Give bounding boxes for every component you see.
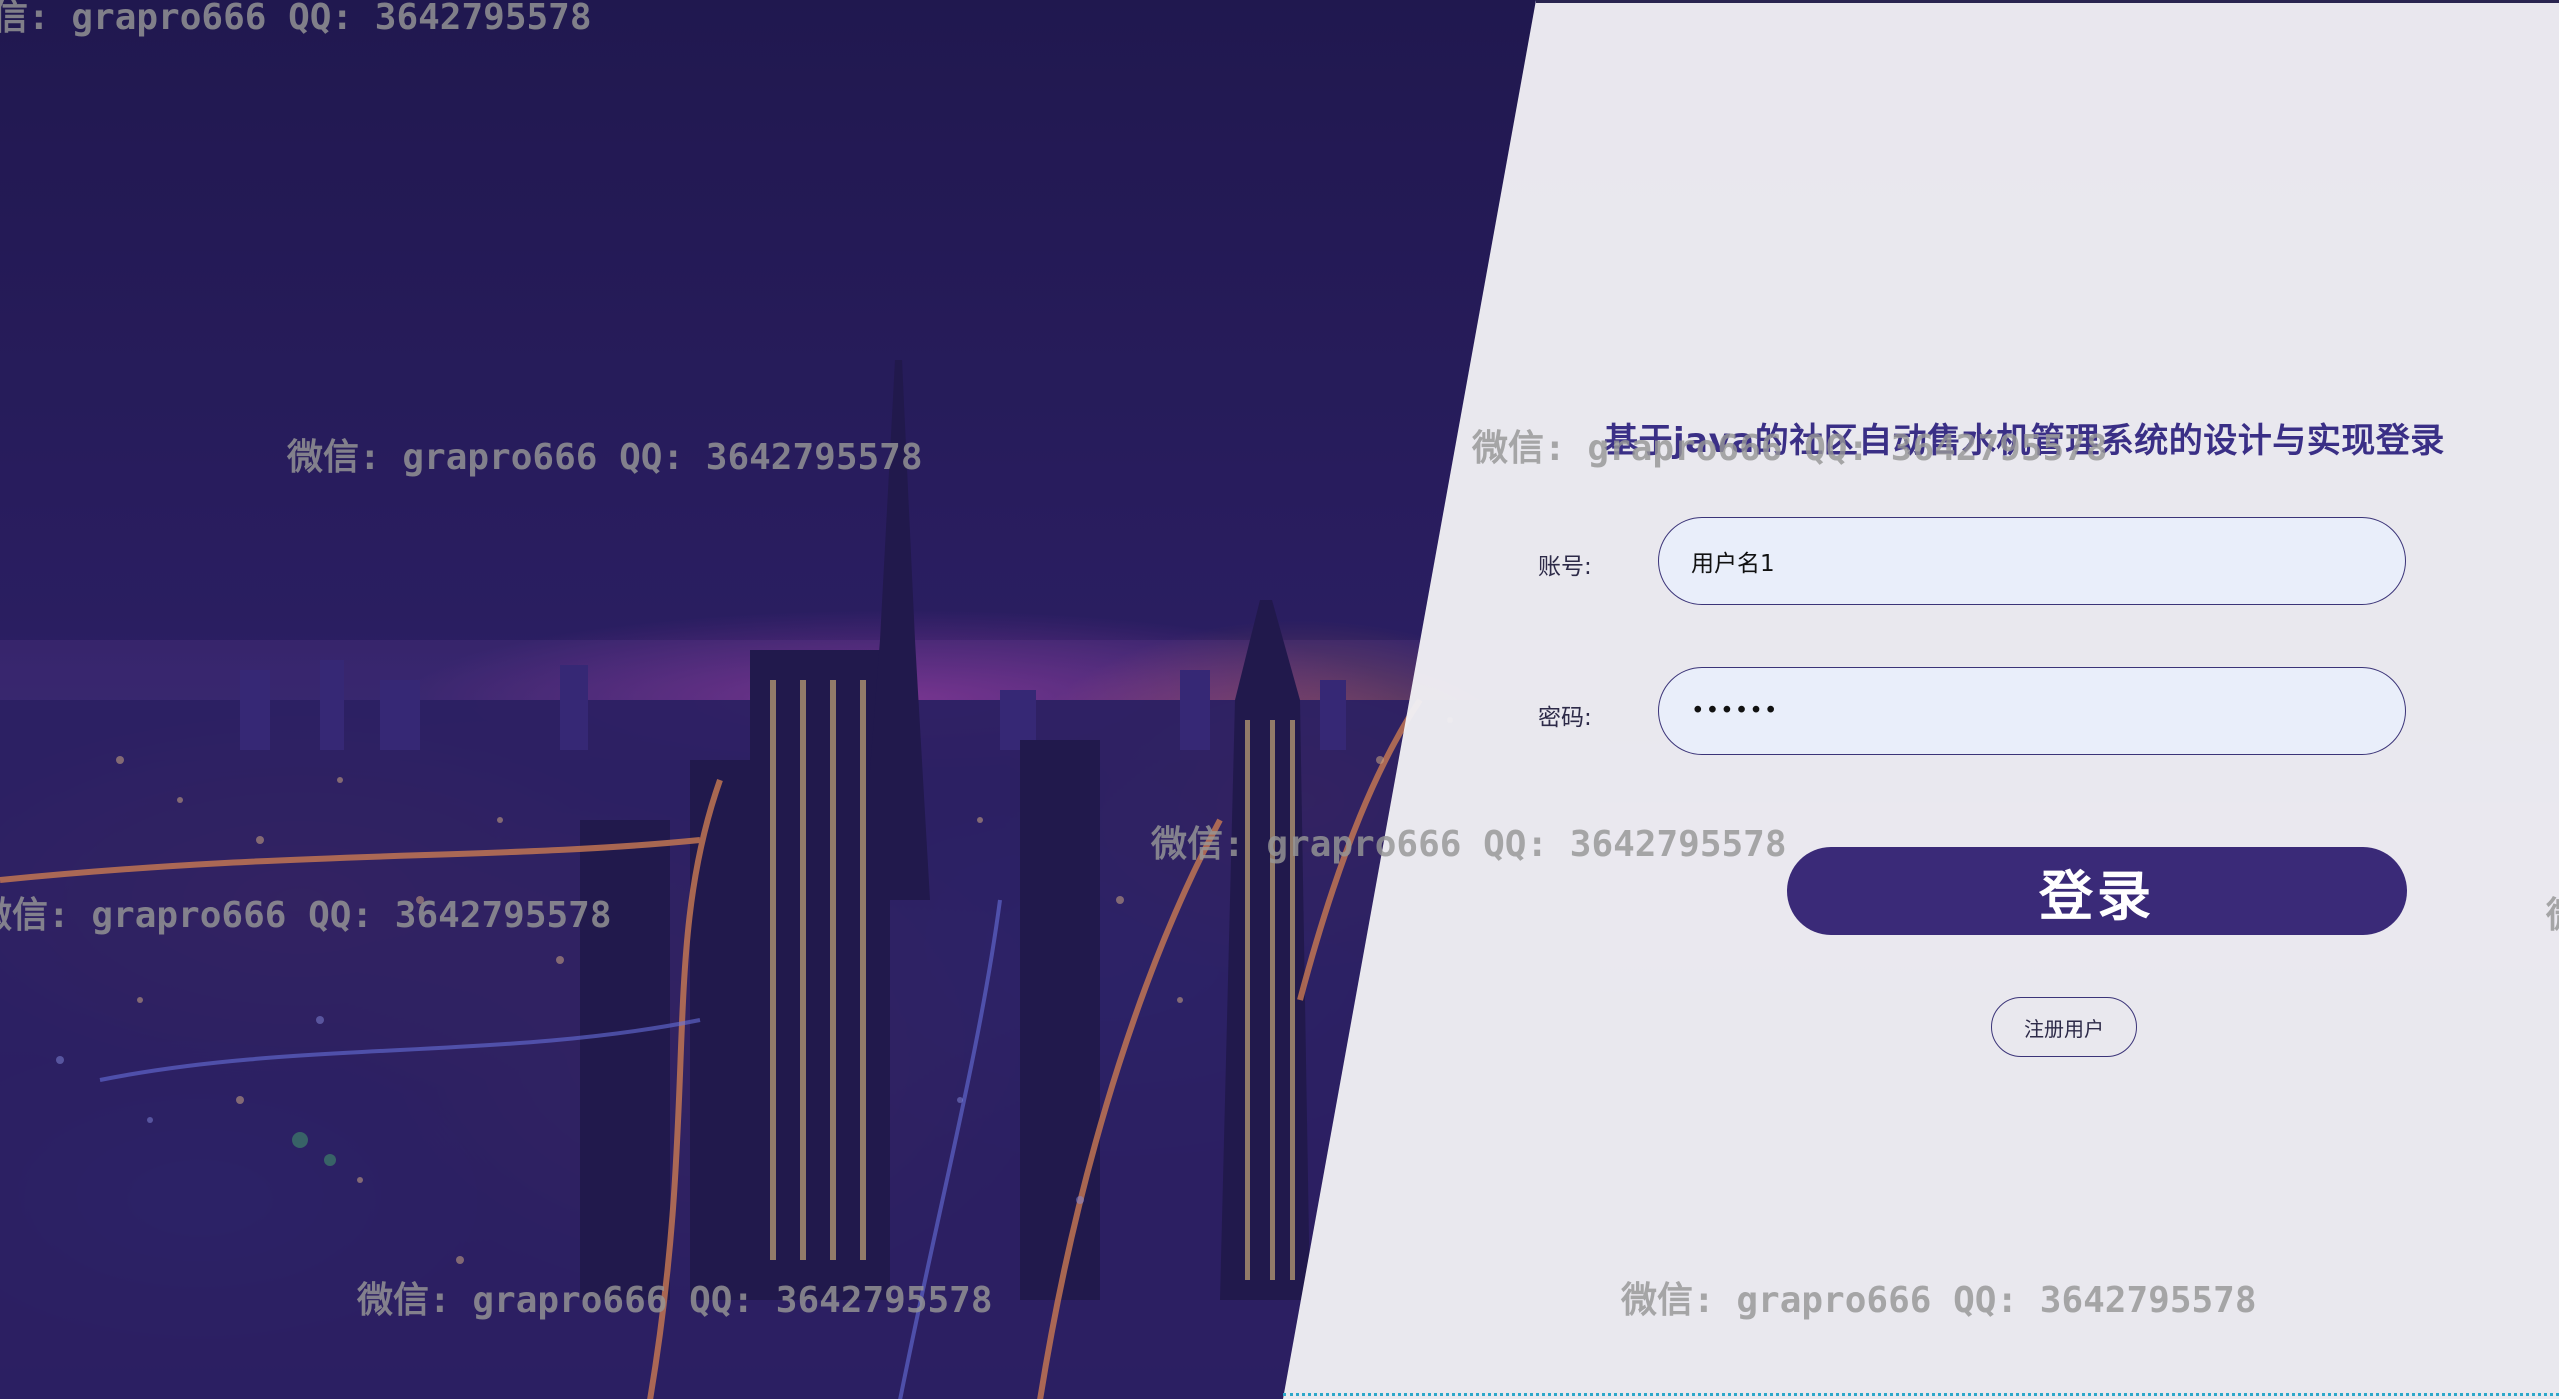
username-input[interactable]: [1658, 517, 2406, 605]
page-title: 基于java的社区自动售水机管理系统的设计与实现登录: [1604, 421, 2445, 461]
login-button[interactable]: 登录: [1787, 847, 2407, 935]
panel-top-border: [1536, 0, 2559, 3]
password-input[interactable]: [1658, 667, 2406, 755]
register-button[interactable]: 注册用户: [1991, 997, 2137, 1057]
username-label: 账号:: [1538, 554, 1592, 580]
login-page: 基于java的社区自动售水机管理系统的设计与实现登录 账号: 密码: 登录 注册…: [0, 0, 2559, 1399]
bottom-dotted-border: [1283, 1393, 2559, 1396]
password-label: 密码:: [1538, 705, 1592, 731]
